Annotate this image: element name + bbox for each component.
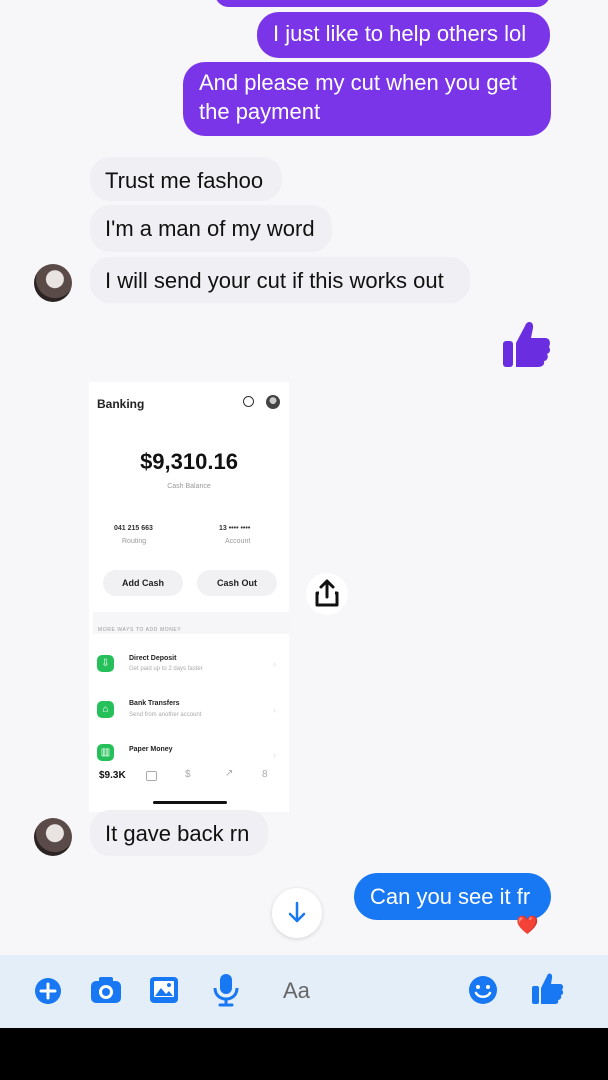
routing-number: 041 215 663 <box>114 525 153 532</box>
message-incoming[interactable]: I'm a man of my word <box>90 205 332 252</box>
card-icon[interactable] <box>146 771 157 781</box>
row-subtitle: Get paid up to 2 days faster <box>129 666 203 672</box>
previous-message-edge <box>215 0 550 7</box>
section-title: MORE WAYS TO ADD MONEY <box>98 627 182 633</box>
message-outgoing[interactable]: And please my cut when you get the payme… <box>183 62 551 136</box>
add-cash-button[interactable]: Add Cash <box>103 570 183 596</box>
message-text: Can you see it fr <box>370 884 531 909</box>
contact-avatar[interactable] <box>34 818 72 856</box>
message-text: And please my cut when you get the payme… <box>199 70 517 124</box>
message-text: I will send your cut if this works out <box>105 268 444 293</box>
profile-icon <box>266 395 280 409</box>
plus-icon[interactable] <box>33 976 63 1011</box>
contact-avatar[interactable] <box>34 264 72 302</box>
bank-icon: ⌂ <box>97 701 114 718</box>
chevron-right-icon: › <box>273 705 276 715</box>
message-incoming[interactable]: I will send your cut if this works out <box>90 257 470 303</box>
clock-icon <box>243 396 254 407</box>
tab-balance[interactable]: $9.3K <box>99 770 126 781</box>
message-text: Trust me fashoo <box>105 168 264 193</box>
share-icon[interactable] <box>306 573 348 615</box>
home-indicator <box>153 801 227 804</box>
banking-header: Banking <box>97 397 145 411</box>
chat-screen: I just like to help others lol And pleas… <box>0 0 608 1028</box>
message-incoming[interactable]: Trust me fashoo <box>90 157 282 201</box>
message-text: I'm a man of my word <box>105 216 315 241</box>
row-title: Bank Transfers <box>129 700 180 707</box>
row-subtitle: Send from another account <box>129 712 202 718</box>
message-incoming[interactable]: It gave back rn <box>90 810 268 856</box>
tab-dollar[interactable]: $ <box>185 769 191 780</box>
message-text: I just like to help others lol <box>273 21 527 46</box>
account-number: 13 •••• •••• <box>219 525 251 532</box>
camera-icon[interactable] <box>90 975 122 1010</box>
message-text: It gave back rn <box>105 821 250 846</box>
microphone-icon[interactable] <box>211 973 241 1012</box>
shared-image[interactable]: Banking $9,310.16 Cash Balance 041 215 6… <box>89 382 289 812</box>
bitcoin-icon[interactable]: 8 <box>262 769 268 780</box>
emoji-icon[interactable] <box>468 975 498 1010</box>
like-icon[interactable] <box>530 970 564 1011</box>
scroll-down-button[interactable] <box>272 888 322 938</box>
heart-reaction[interactable]: ❤️ <box>516 915 538 936</box>
account-label: Account <box>225 538 251 545</box>
chevron-right-icon: › <box>273 750 276 760</box>
row-title: Direct Deposit <box>129 655 177 662</box>
arrow-down-icon <box>288 901 306 923</box>
cash-icon: ▥ <box>97 744 114 761</box>
activity-icon[interactable]: ↗ <box>225 768 233 779</box>
download-icon: ⇩ <box>97 655 114 672</box>
cash-out-button[interactable]: Cash Out <box>197 570 277 596</box>
message-input[interactable]: Aa <box>283 978 310 1004</box>
gallery-icon[interactable] <box>149 975 179 1010</box>
routing-label: Routing <box>122 538 147 545</box>
balance-caption: Cash Balance <box>167 483 211 490</box>
chevron-right-icon: › <box>273 659 276 669</box>
balance-amount: $9,310.16 <box>140 449 238 474</box>
message-outgoing[interactable]: I just like to help others lol <box>257 12 550 58</box>
row-title: Paper Money <box>129 746 173 753</box>
thumbs-up-icon <box>500 316 552 370</box>
message-outgoing-latest[interactable]: Can you see it fr <box>354 873 551 920</box>
